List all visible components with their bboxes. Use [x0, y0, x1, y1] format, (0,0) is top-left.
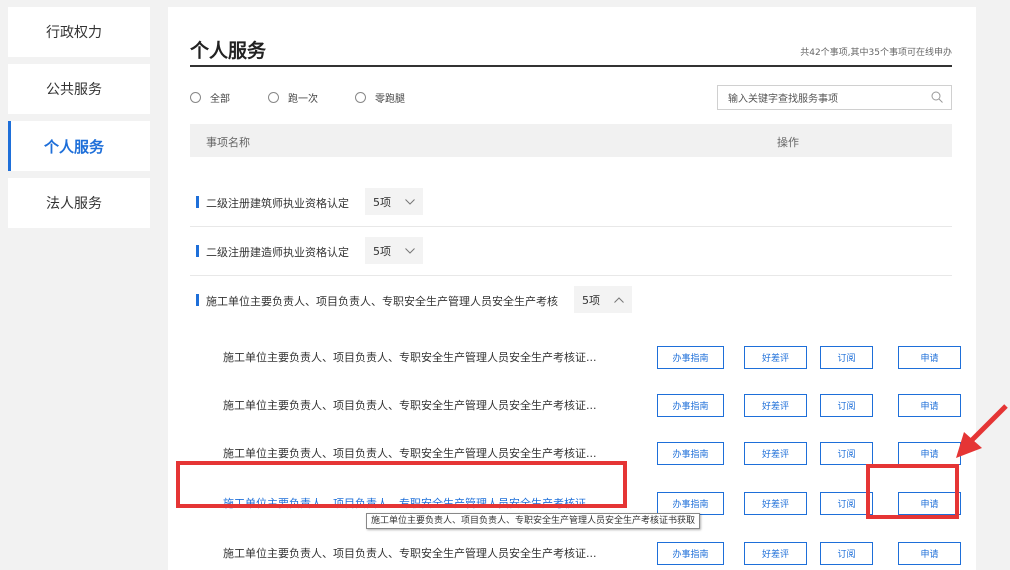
- group-name: 二级注册建筑师执业资格认定: [206, 197, 349, 210]
- sidebar: 行政权力 公共服务 个人服务 法人服务: [8, 7, 150, 235]
- group-count: 5项: [582, 293, 600, 307]
- sidebar-item-administrative-power[interactable]: 行政权力: [8, 7, 150, 57]
- group-row: 二级注册建筑师执业资格认定 5项: [190, 177, 952, 227]
- sidebar-item-personal-service[interactable]: 个人服务: [8, 121, 150, 171]
- filter-label: 全部: [210, 94, 230, 105]
- chevron-up-icon: [614, 296, 624, 303]
- rate-button[interactable]: 好差评: [744, 394, 807, 417]
- group-count-toggle[interactable]: 5项: [574, 286, 632, 313]
- filter-run-once-radio[interactable]: 跑一次: [268, 90, 318, 105]
- group-row: 二级注册建造师执业资格认定 5项: [190, 226, 952, 276]
- search-input[interactable]: 输入关键字查找服务事项: [717, 85, 952, 110]
- header-actions: 操作: [777, 136, 799, 149]
- section-header: 个人服务 共42个事项,其中35个事项可在线申办: [190, 7, 952, 67]
- highlight-box-apply-button: [866, 464, 959, 519]
- sidebar-item-legal-person-service[interactable]: 法人服务: [8, 178, 150, 228]
- guide-button[interactable]: 办事指南: [657, 394, 724, 417]
- highlight-box-item-name: [176, 461, 627, 508]
- rate-button[interactable]: 好差评: [744, 492, 807, 515]
- page-title: 个人服务: [190, 40, 267, 62]
- apply-button[interactable]: 申请: [898, 346, 961, 369]
- pointer-arrow-icon: [956, 404, 1008, 458]
- rate-button[interactable]: 好差评: [744, 346, 807, 369]
- chevron-down-icon: [405, 198, 415, 205]
- item-name[interactable]: 施工单位主要负责人、项目负责人、专职安全生产管理人员安全生产考核证...: [223, 397, 597, 413]
- radio-circle-icon: [355, 92, 366, 103]
- guide-button[interactable]: 办事指南: [657, 346, 724, 369]
- item-name[interactable]: 施工单位主要负责人、项目负责人、专职安全生产管理人员安全生产考核证...: [223, 445, 597, 461]
- subscribe-button[interactable]: 订阅: [820, 346, 873, 369]
- item-name-tooltip: 施工单位主要负责人、项目负责人、专职安全生产管理人员安全生产考核证书获取: [366, 513, 701, 529]
- subscribe-button[interactable]: 订阅: [820, 394, 873, 417]
- group-name: 二级注册建造师执业资格认定: [206, 246, 349, 259]
- summary-text: 共42个事项,其中35个事项可在线申办: [800, 48, 952, 58]
- rate-button[interactable]: 好差评: [744, 442, 807, 465]
- radio-circle-icon: [268, 92, 279, 103]
- header-item-name: 事项名称: [206, 136, 250, 149]
- group-marker: [196, 294, 199, 306]
- guide-button[interactable]: 办事指南: [657, 542, 724, 565]
- chevron-down-icon: [405, 247, 415, 254]
- group-count: 5项: [373, 195, 391, 209]
- search-placeholder: 输入关键字查找服务事项: [728, 94, 838, 105]
- list-item: 施工单位主要负责人、项目负责人、专职安全生产管理人员安全生产考核证... 办事指…: [190, 380, 961, 430]
- filter-all-radio[interactable]: 全部: [190, 90, 230, 105]
- group-count: 5项: [373, 244, 391, 258]
- table-header: 事项名称 操作: [190, 124, 952, 157]
- group-row-expanded: 施工单位主要负责人、项目负责人、专职安全生产管理人员安全生产考核 5项: [190, 275, 952, 325]
- item-name[interactable]: 施工单位主要负责人、项目负责人、专职安全生产管理人员安全生产考核证...: [223, 545, 597, 561]
- guide-button[interactable]: 办事指南: [657, 442, 724, 465]
- group-name: 施工单位主要负责人、项目负责人、专职安全生产管理人员安全生产考核: [206, 295, 558, 308]
- list-item: 施工单位主要负责人、项目负责人、专职安全生产管理人员安全生产考核证... 办事指…: [190, 528, 961, 570]
- radio-circle-icon: [190, 92, 201, 103]
- group-count-toggle[interactable]: 5项: [365, 188, 423, 215]
- filter-zero-run-radio[interactable]: 零跑腿: [355, 90, 405, 105]
- subscribe-button[interactable]: 订阅: [820, 442, 873, 465]
- group-count-toggle[interactable]: 5项: [365, 237, 423, 264]
- subscribe-button[interactable]: 订阅: [820, 542, 873, 565]
- filter-label: 零跑腿: [375, 94, 405, 105]
- apply-button[interactable]: 申请: [898, 542, 961, 565]
- rate-button[interactable]: 好差评: [744, 542, 807, 565]
- guide-button[interactable]: 办事指南: [657, 492, 724, 515]
- list-item: 施工单位主要负责人、项目负责人、专职安全生产管理人员安全生产考核证... 办事指…: [190, 332, 961, 382]
- filter-label: 跑一次: [288, 94, 318, 105]
- sidebar-item-public-service[interactable]: 公共服务: [8, 64, 150, 114]
- group-marker: [196, 245, 199, 257]
- search-icon[interactable]: [931, 91, 943, 103]
- group-marker: [196, 196, 199, 208]
- filter-bar: 全部 跑一次 零跑腿 输入关键字查找服务事项: [190, 85, 952, 111]
- item-name[interactable]: 施工单位主要负责人、项目负责人、专职安全生产管理人员安全生产考核证...: [223, 349, 597, 365]
